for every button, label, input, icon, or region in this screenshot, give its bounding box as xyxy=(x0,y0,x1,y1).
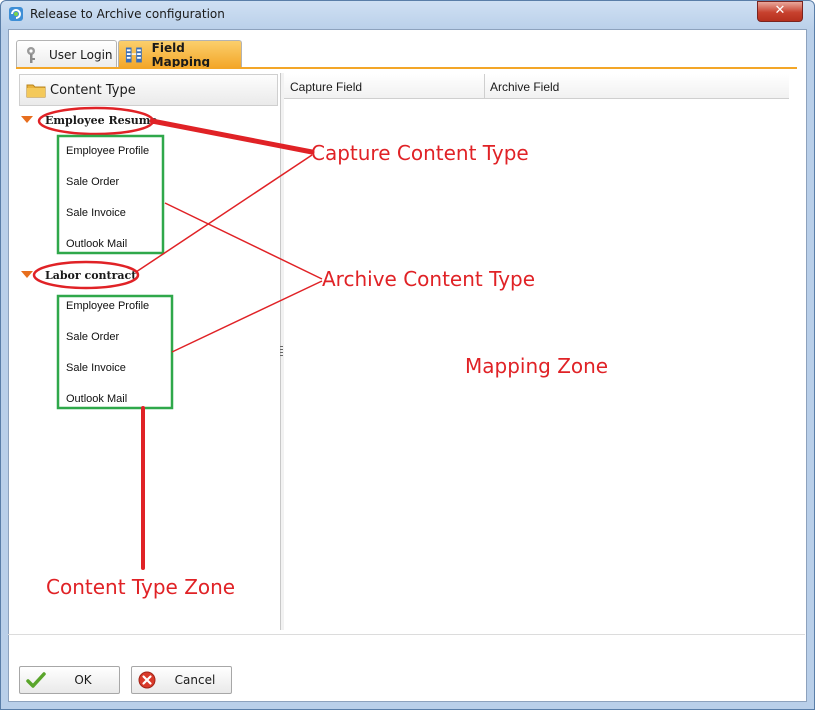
tab-field-mapping-label: Field Mapping xyxy=(151,40,211,69)
tab-user-login-label: User Login xyxy=(49,47,113,62)
content-type-panel xyxy=(19,73,281,630)
tab-strip-underline xyxy=(16,67,797,69)
tree-item[interactable]: Sale Invoice xyxy=(66,207,126,219)
field-mapping-icon xyxy=(125,47,142,62)
tree-item[interactable]: Employee Profile xyxy=(66,145,149,157)
tree-item[interactable]: Sale Order xyxy=(66,331,119,343)
keys-icon xyxy=(27,46,35,63)
content-type-header-label: Content Type xyxy=(50,83,136,98)
expand-arrow-icon[interactable] xyxy=(21,116,33,123)
app-icon xyxy=(9,7,23,21)
tree-item[interactable]: Sale Invoice xyxy=(66,362,126,374)
tree-group-labor-contract[interactable]: Labor contract xyxy=(45,269,136,282)
cancel-button[interactable]: Cancel xyxy=(131,666,232,694)
annotation-capture-content-type: Capture Content Type xyxy=(311,141,529,165)
tree-item[interactable]: Employee Profile xyxy=(66,300,149,312)
window-title: Release to Archive configuration xyxy=(30,7,225,21)
close-button[interactable]: ✕ xyxy=(757,1,803,22)
annotation-mapping-zone: Mapping Zone xyxy=(465,354,609,378)
tree-item[interactable]: Outlook Mail xyxy=(66,393,127,405)
tree-item[interactable]: Sale Order xyxy=(66,176,119,188)
folder-icon xyxy=(26,84,46,98)
cancel-button-label: Cancel xyxy=(174,673,216,687)
tree-group-employee-resume[interactable]: Employee Resume xyxy=(45,114,157,127)
ok-button-label: OK xyxy=(74,673,92,687)
column-header-archive-field[interactable]: Archive Field xyxy=(490,80,559,94)
column-header-capture-field[interactable]: Capture Field xyxy=(290,80,362,94)
tab-user-login[interactable]: User Login xyxy=(16,40,117,68)
expand-arrow-icon[interactable] xyxy=(21,271,33,278)
tree-item[interactable]: Outlook Mail xyxy=(66,238,127,250)
annotation-archive-content-type: Archive Content Type xyxy=(322,267,536,291)
ok-button[interactable]: OK xyxy=(19,666,120,694)
annotation-content-type-zone: Content Type Zone xyxy=(46,575,236,599)
column-separator[interactable] xyxy=(484,74,485,98)
tab-field-mapping[interactable]: Field Mapping xyxy=(118,40,242,69)
footer-divider xyxy=(8,634,805,635)
splitter-grip-icon[interactable] xyxy=(280,346,283,358)
